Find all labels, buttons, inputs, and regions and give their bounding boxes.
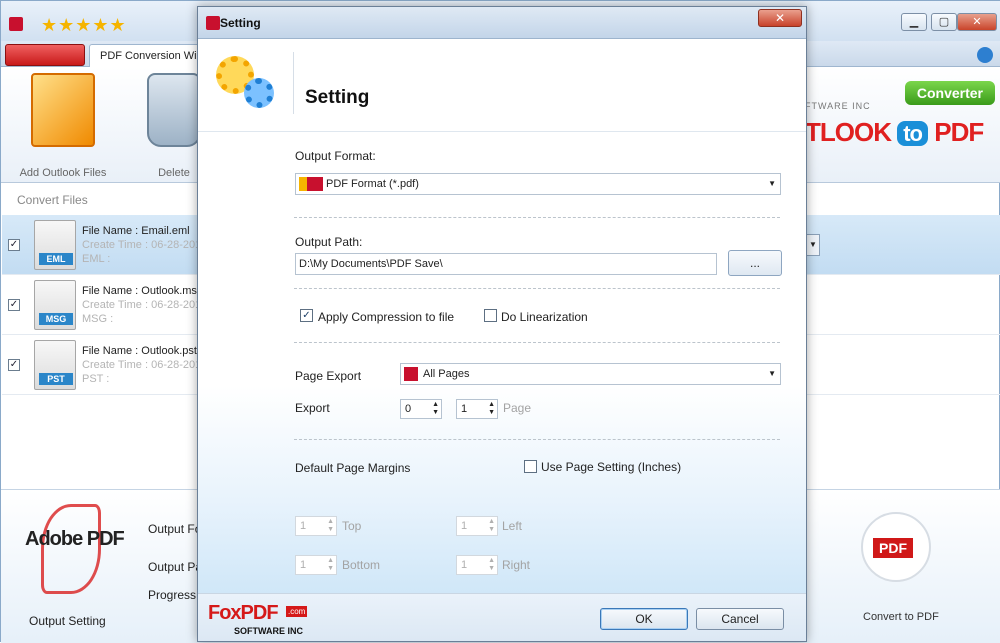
export-from-stepper[interactable]: 0 ▲ ▼ (400, 399, 442, 419)
dialog-body: Output Format: PDF Format (*.pdf) ▼ Outp… (198, 133, 806, 593)
foxpdf-logo-com: .com (286, 606, 308, 617)
export-from-value: 0 (405, 403, 412, 415)
gear-icon (244, 78, 274, 108)
margin-top-stepper[interactable]: 1 ▲ ▼ (295, 516, 337, 536)
divider (294, 439, 780, 440)
margin-left-label: Left (502, 519, 523, 533)
do-linearization-label: Do Linearization (501, 310, 588, 324)
dialog-titlebar: Setting ✕ (198, 7, 806, 39)
output-path-label: Output Path: (295, 235, 363, 249)
dialog-title: Setting (220, 16, 261, 30)
page-export-value: All Pages (423, 368, 470, 380)
pdf-page-icon (404, 367, 418, 381)
dialog-footer: FoxPDF .com SOFTWARE INC OK Cancel (198, 593, 806, 641)
setting-dialog: Setting ✕ Setting Output Format: PDF For… (197, 6, 807, 642)
spin-arrows-icon[interactable]: ▲ ▼ (488, 518, 495, 534)
default-margins-label: Default Page Margins (295, 461, 411, 475)
dialog-heading: Setting (305, 87, 370, 108)
chevron-down-icon: ▼ (768, 179, 776, 188)
modal-overlay: Setting ✕ Setting Output Format: PDF For… (0, 0, 1000, 642)
spin-arrows-icon[interactable]: ▲ ▼ (488, 401, 495, 417)
export-page-label: Page (503, 401, 532, 415)
spin-arrows-icon[interactable]: ▲ ▼ (432, 401, 439, 417)
margin-right-value: 1 (461, 559, 468, 571)
browse-label: ... (749, 256, 760, 270)
margin-bottom-stepper[interactable]: 1 ▲ ▼ (295, 555, 337, 575)
margin-bottom-value: 1 (300, 559, 307, 571)
foxpdf-logo-main: FoxPDF (208, 602, 279, 624)
margin-right-label: Right (502, 558, 531, 572)
export-to-stepper[interactable]: 1 ▲ ▼ (456, 399, 498, 419)
browse-folder-button[interactable]: ... (728, 250, 782, 276)
output-path-field[interactable]: D:\My Documents\PDF Save\ (295, 253, 717, 275)
header-divider (293, 52, 294, 114)
do-linearization-checkbox[interactable] (484, 309, 497, 322)
page-export-select[interactable]: All Pages ▼ (400, 363, 781, 385)
spin-arrows-icon[interactable]: ▲ ▼ (327, 518, 334, 534)
output-format-value: PDF Format (*.pdf) (326, 178, 419, 190)
margin-top-value: 1 (300, 520, 307, 532)
output-format-select[interactable]: PDF Format (*.pdf) ▼ (295, 173, 781, 195)
cancel-button[interactable]: Cancel (696, 608, 784, 630)
foxpdf-logo: FoxPDF .com SOFTWARE INC (206, 602, 316, 638)
ok-button[interactable]: OK (600, 608, 688, 630)
divider (294, 342, 780, 343)
margin-bottom-label: Bottom (342, 558, 381, 572)
output-format-label: Output Format: (295, 149, 376, 163)
export-to-value: 1 (461, 403, 468, 415)
margin-left-value: 1 (461, 520, 468, 532)
foxpdf-logo-sub: SOFTWARE INC (234, 626, 303, 636)
gears-icon (214, 56, 276, 110)
use-page-setting-label: Use Page Setting (Inches) (541, 460, 682, 474)
export-label: Export (295, 401, 330, 415)
spin-arrows-icon[interactable]: ▲ ▼ (488, 557, 495, 573)
dialog-header: Setting (198, 40, 806, 132)
apply-compression-checkbox[interactable]: ✓ (300, 309, 313, 322)
chevron-down-icon: ▼ (768, 369, 776, 378)
margin-top-label: Top (342, 519, 362, 533)
dialog-close-button[interactable]: ✕ (758, 9, 802, 27)
use-page-setting-checkbox[interactable] (524, 460, 537, 473)
margin-right-stepper[interactable]: 1 ▲ ▼ (456, 555, 498, 575)
pdf-app-icon (206, 16, 220, 30)
format-icon (299, 177, 323, 191)
margin-left-stepper[interactable]: 1 ▲ ▼ (456, 516, 498, 536)
divider (294, 217, 780, 218)
divider (294, 288, 780, 289)
spin-arrows-icon[interactable]: ▲ ▼ (327, 557, 334, 573)
apply-compression-label: Apply Compression to file (318, 310, 455, 324)
page-export-label: Page Export (295, 369, 362, 383)
